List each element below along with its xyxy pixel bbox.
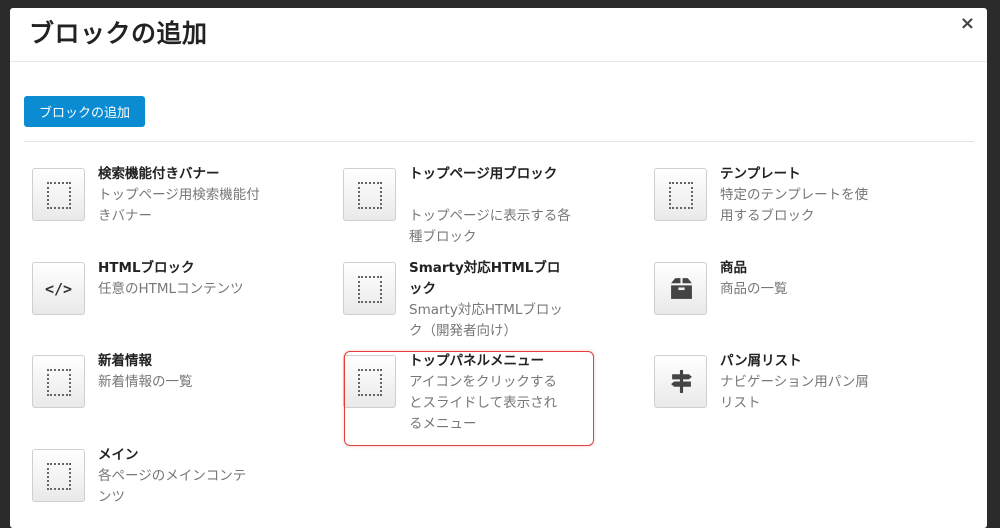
signpost-icon [654,355,707,408]
highlight-box [344,351,594,446]
block-name: 商品 [720,260,747,276]
package-icon [654,262,707,315]
dotted-square-icon [32,449,85,502]
block-name: トップページ用ブロック [409,166,558,182]
block-name: 検索機能付きバナー [98,166,220,182]
code-icon: </> [32,262,85,315]
block-description: ナビゲーション用パン屑リスト [720,374,869,411]
block-description: 任意のHTMLコンテンツ [98,281,244,297]
dotted-square-icon [654,168,707,221]
block-item-smarty-html-block[interactable]: Smarty対応HTMLブロック Smarty対応HTMLブロック（開発者向け） [343,258,633,340]
block-item-products[interactable]: 商品 商品の一覧 [654,258,944,340]
dotted-square-icon [343,262,396,315]
block-name: Smarty対応HTMLブロック [409,260,561,297]
modal-header: ブロックの追加 × [10,8,987,62]
block-description: 商品の一覧 [720,281,788,297]
dotted-square-icon [32,168,85,221]
block-description: トップページに表示する各種ブロック [409,208,571,245]
block-description: 新着情報の一覧 [98,374,193,390]
block-description: 特定のテンプレートを使用するブロック [720,187,869,224]
divider [24,141,974,142]
block-description: Smarty対応HTMLブロック（開発者向け） [409,302,563,339]
block-name: テンプレート [720,166,801,182]
block-item-news[interactable]: 新着情報 新着情報の一覧 [32,351,322,433]
block-item-toppage-block[interactable]: トップページ用ブロック トップページに表示する各種ブロック [343,164,633,246]
block-item-html-block[interactable]: </> HTMLブロック 任意のHTMLコンテンツ [32,258,322,340]
close-icon[interactable]: × [960,14,975,34]
block-item-search-banner[interactable]: 検索機能付きバナー トップページ用検索機能付きバナー [32,164,322,246]
block-description: 各ページのメインコンテンツ [98,468,247,505]
block-name: メイン [98,447,139,463]
add-block-modal: ブロックの追加 × ブロックの追加 検索機能付きバナー トップページ用検索機能付… [10,8,987,528]
block-name: パン屑リスト [720,353,802,369]
block-item-main[interactable]: メイン 各ページのメインコンテンツ [32,445,322,527]
block-name: 新着情報 [98,353,152,369]
modal-title: ブロックの追加 [29,19,208,48]
block-name: HTMLブロック [98,260,195,276]
add-block-button[interactable]: ブロックの追加 [24,96,145,127]
block-item-breadcrumb[interactable]: パン屑リスト ナビゲーション用パン屑リスト [654,351,944,433]
dotted-square-icon [343,168,396,221]
block-item-template[interactable]: テンプレート 特定のテンプレートを使用するブロック [654,164,944,246]
block-description: トップページ用検索機能付きバナー [98,187,260,224]
dotted-square-icon [32,355,85,408]
